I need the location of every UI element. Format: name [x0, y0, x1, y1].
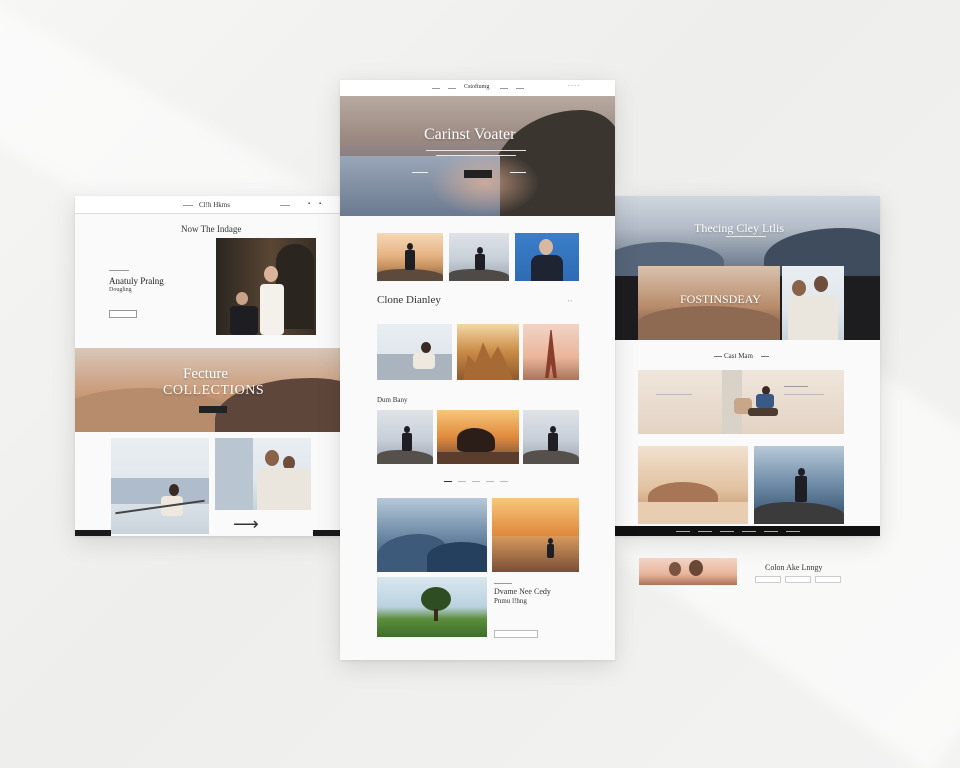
- blue-mountains-photo: [377, 498, 487, 572]
- center-feature-title-2: Pnmu l!hng: [494, 597, 527, 605]
- hiker-sunrise-photo-1: [377, 233, 443, 281]
- hiker-summit-photo: [754, 446, 844, 524]
- center-page-mockup: Cstoftumg ◦ ◦ ◦ ◦ Carinst Voater Clone D…: [340, 80, 615, 660]
- right-footer-button-3[interactable]: [815, 576, 841, 583]
- left-nav-link[interactable]: [183, 205, 193, 206]
- woman-sitting-photo: [377, 324, 452, 380]
- left-footer-bar-2: [313, 530, 340, 536]
- women-hug-photo: [782, 266, 844, 340]
- center-hero-subline: [426, 150, 526, 151]
- right-footer-link[interactable]: [698, 531, 712, 532]
- left-hero-line2: COLLECTIONS: [163, 383, 265, 398]
- couple-strip-photo: [639, 558, 737, 585]
- rock-formation-photo: [457, 324, 519, 380]
- hiker-cliff-photo: [377, 410, 433, 464]
- center-hero-banner: [340, 96, 615, 216]
- women-laughing-photo: [215, 438, 311, 510]
- portrait-photo: [216, 238, 316, 335]
- right-footer-link[interactable]: [786, 531, 800, 532]
- center-nav-link[interactable]: [516, 88, 524, 89]
- left-hero-button[interactable]: [199, 406, 227, 413]
- center-section-title: Clone Dianley: [377, 294, 441, 306]
- center-hero-col: [510, 172, 526, 173]
- climber-card: [638, 370, 844, 434]
- center-feature-button[interactable]: [494, 630, 538, 638]
- center-nav-brand[interactable]: Cstoftumg: [464, 84, 489, 90]
- arrow-icon: ⟶: [233, 514, 259, 534]
- menu-icon[interactable]: ▪: [308, 201, 310, 207]
- right-section-rule-2: [761, 356, 769, 357]
- left-nav-brand[interactable]: Cl!h Hkms: [199, 201, 230, 209]
- center-nav-link[interactable]: [500, 88, 508, 89]
- right-footer-button-2[interactable]: [785, 576, 811, 583]
- right-footer-link[interactable]: [676, 531, 690, 532]
- center-hero-subline-2: [436, 155, 516, 156]
- right-section-rule: [714, 356, 722, 357]
- center-hero-title: Carinst Voater: [424, 126, 516, 143]
- left-footer-bar: [75, 530, 111, 536]
- right-section-title: Cast Mam: [724, 352, 753, 360]
- left-nav-link[interactable]: [280, 205, 290, 206]
- right-footer-link[interactable]: [720, 531, 734, 532]
- search-icon[interactable]: ◦ ◦ ◦ ◦: [568, 83, 579, 89]
- center-feature-eyebrow: [494, 583, 512, 584]
- businessman-portrait-photo: [515, 233, 579, 281]
- center-hero-col: [412, 172, 428, 173]
- right-banner-title: FOSTINSDEAY: [680, 292, 761, 306]
- center-feature-title-1: Dvame Nee Cedy: [494, 587, 551, 596]
- eiffel-tower-photo: [523, 324, 579, 380]
- desert-dunes-photo: [638, 446, 748, 524]
- pagination-item[interactable]: [472, 481, 480, 482]
- right-footer-link[interactable]: [764, 531, 778, 532]
- bear-sunset-photo: [437, 410, 519, 464]
- pagination-item[interactable]: [500, 481, 508, 482]
- left-hero-line1: Fecture: [183, 366, 228, 382]
- pagination-item[interactable]: [458, 481, 466, 482]
- right-footer-button[interactable]: [755, 576, 781, 583]
- beach-sunset-photo: [492, 498, 579, 572]
- menu-icon[interactable]: ▪: [319, 201, 321, 207]
- left-eyebrow: [109, 270, 129, 271]
- left-feature-title: Anatuly Pralng: [109, 276, 164, 286]
- right-footer-title: Colon Ake Lnngy: [765, 563, 823, 572]
- right-footer-link[interactable]: [742, 531, 756, 532]
- pagination-item[interactable]: [444, 481, 452, 482]
- hiker-rock-photo: [523, 410, 579, 464]
- left-page-mockup: Cl!h Hkms ▪ ▪ Now The Indage Anatuly Pra…: [75, 196, 340, 536]
- center-hero-button[interactable]: [464, 170, 492, 178]
- center-nav-link[interactable]: [448, 88, 456, 89]
- left-heading: Now The Indage: [181, 224, 242, 234]
- right-page-mockup: Thecing Cley Ltlis FOSTINSDEAY Cast Mam: [614, 196, 880, 536]
- chevron-icons[interactable]: ‹ ›: [568, 298, 572, 303]
- right-hero-subline: [726, 236, 766, 237]
- woman-yoga-photo: [111, 438, 209, 534]
- center-nav-link[interactable]: [432, 88, 440, 89]
- right-hero-title: Thecing Cley Ltlis: [694, 221, 784, 235]
- center-label-small: Dum Bany: [377, 396, 408, 404]
- left-feature-button[interactable]: [109, 310, 137, 318]
- hiker-sunrise-photo-2: [449, 233, 509, 281]
- lone-tree-photo: [377, 577, 487, 637]
- pagination-item[interactable]: [486, 481, 494, 482]
- left-feature-subtitle: Dougling: [109, 287, 132, 293]
